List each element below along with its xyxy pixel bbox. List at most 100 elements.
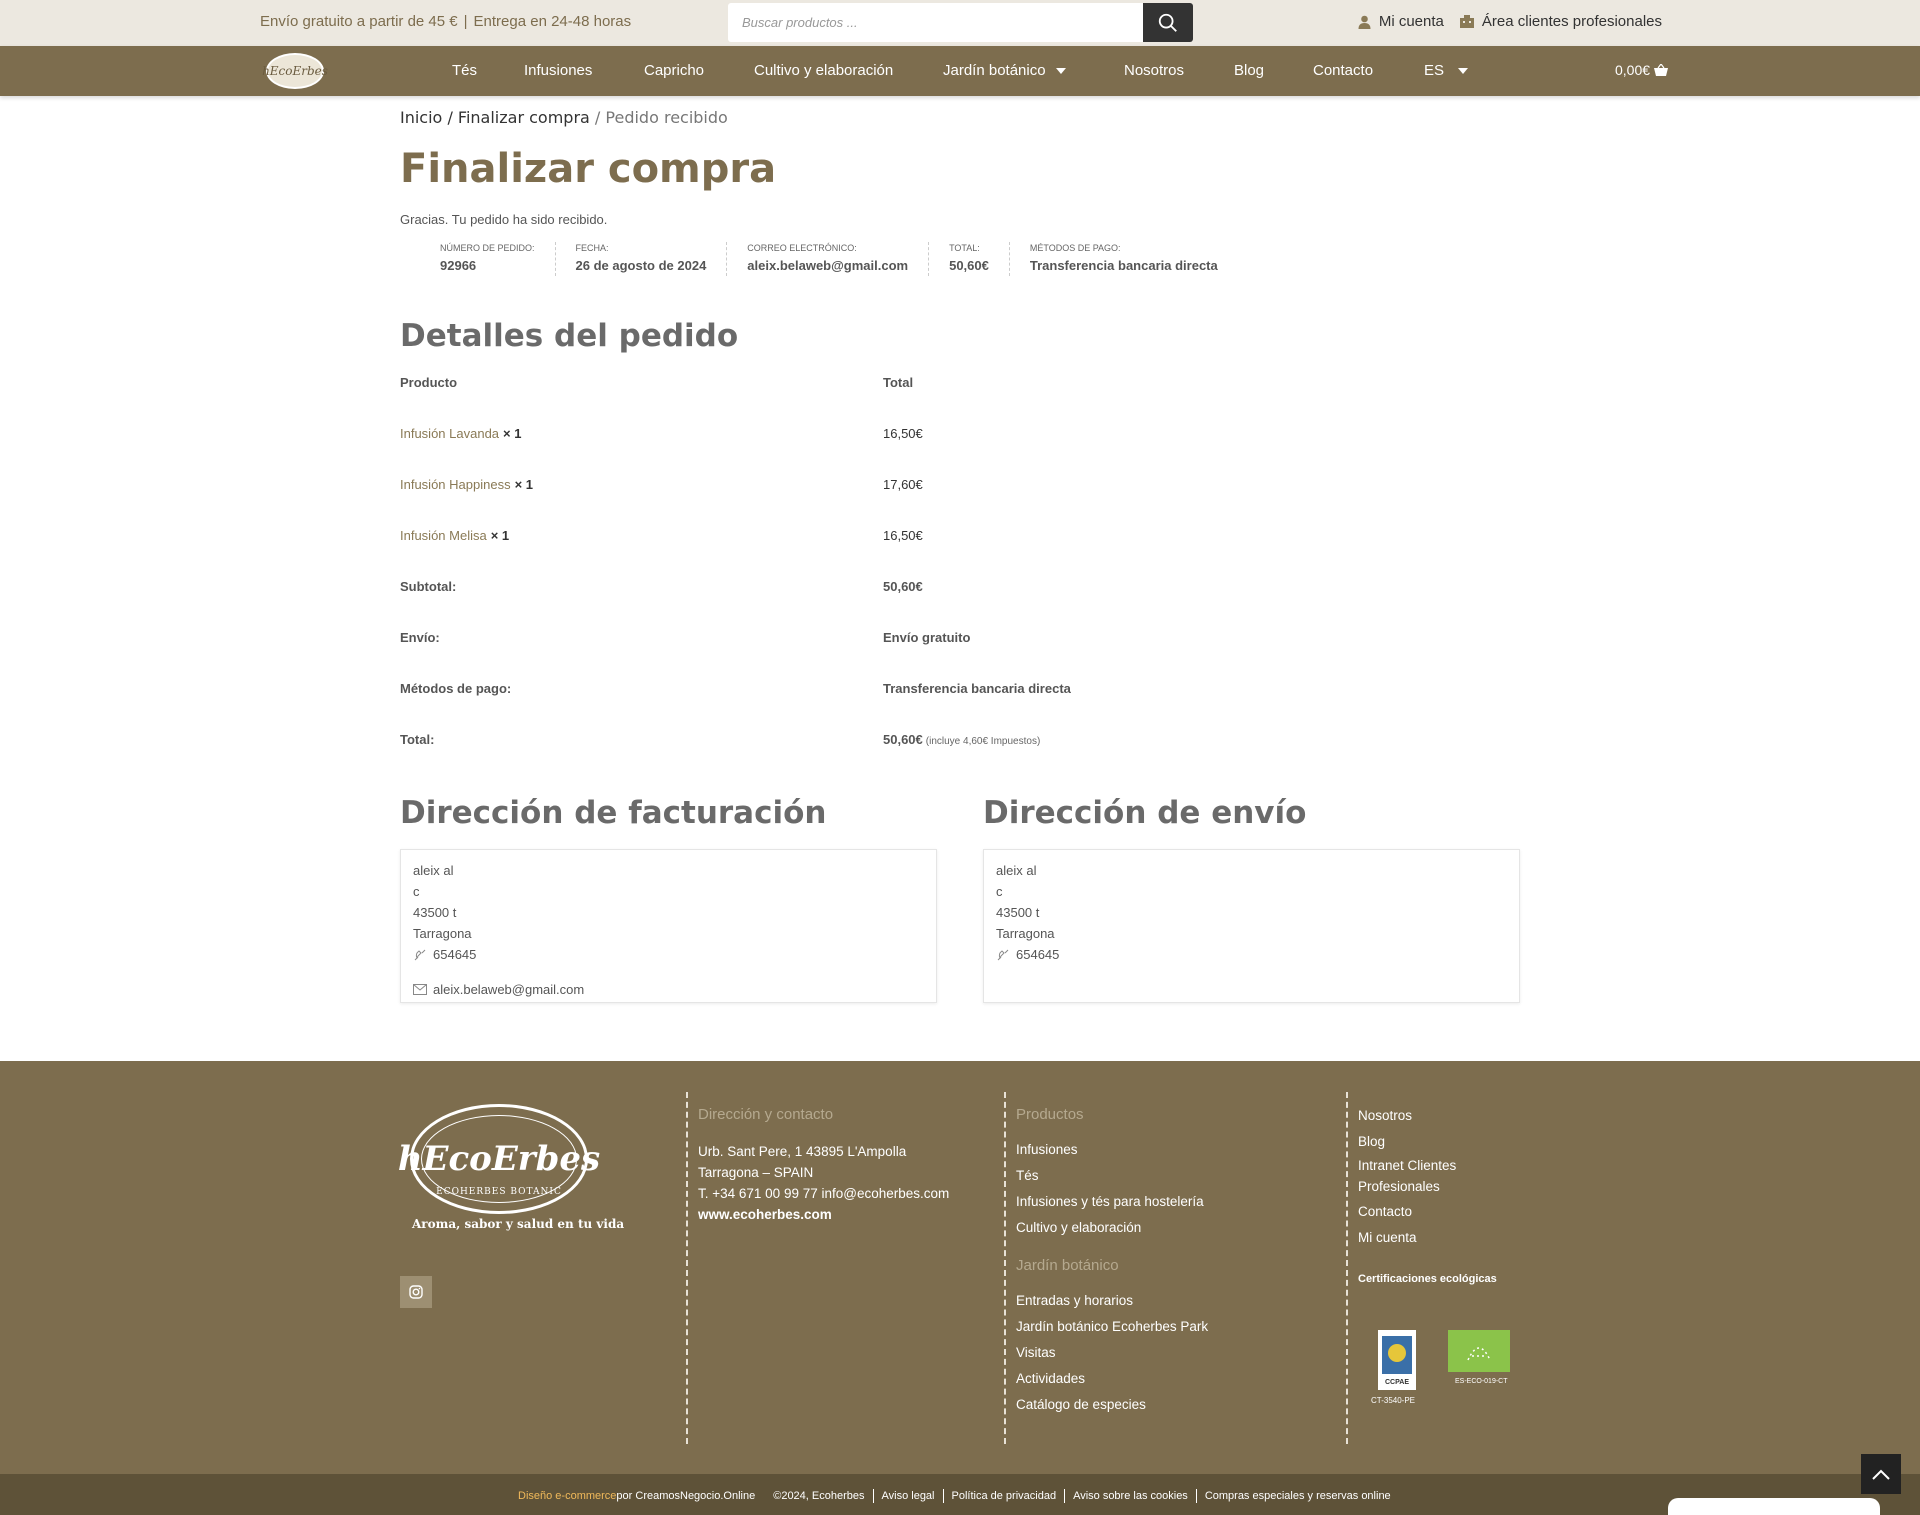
language-selector[interactable]: ES: [1424, 62, 1469, 79]
overview-email: Correo electrónico: aleix.belaweb@gmail.…: [727, 242, 930, 276]
subtotal-value: 50,60€: [883, 579, 923, 594]
phone-value: 654645: [1016, 947, 1060, 962]
product-link[interactable]: Infusión Melisa: [400, 528, 487, 543]
nav-item-infusiones[interactable]: Infusiones: [524, 62, 592, 79]
table-row: Infusión Lavanda × 1 16,50€: [400, 426, 1520, 446]
product-cell: Infusión Happiness × 1: [400, 477, 533, 492]
links-list: Nosotros Blog Intranet Clientes Profesio…: [1358, 1103, 1526, 1251]
footer-links: Nosotros Blog Intranet Clientes Profesio…: [1346, 1092, 1526, 1444]
products-list: Infusiones Tés Infusiones y tés para hos…: [1016, 1137, 1324, 1241]
pro-area-label: Área clientes profesionales: [1481, 13, 1662, 30]
building-icon: [1459, 15, 1474, 28]
promo-separator: |: [463, 13, 468, 30]
nav-item-capricho[interactable]: Capricho: [644, 62, 704, 79]
bottom-bar: Diseño e-commerce por CreamosNegocio.Onl…: [0, 1474, 1920, 1515]
billing-title: Dirección de facturación: [400, 795, 827, 831]
footer-link[interactable]: Contacto: [1358, 1199, 1526, 1225]
divider: [872, 1489, 874, 1503]
nav-item-tes[interactable]: Tés: [452, 62, 477, 79]
search-icon: [1158, 13, 1177, 32]
special-purchases-link[interactable]: Compras especiales y reservas online: [1205, 1490, 1391, 1502]
product-cell: Infusión Lavanda × 1: [400, 426, 521, 441]
phone-icon: [414, 949, 426, 960]
subtotal-label: Subtotal:: [400, 579, 457, 594]
promo-delivery: Entrega en 24-48 horas: [473, 13, 632, 30]
nav-item-contacto[interactable]: Contacto: [1313, 62, 1373, 79]
footer-link[interactable]: Entradas y horarios: [1016, 1288, 1324, 1314]
product-link[interactable]: Infusión Lavanda: [400, 426, 499, 441]
legal-links: Diseño e-commerce por CreamosNegocio.Onl…: [518, 1489, 1391, 1503]
back-to-top-button[interactable]: [1861, 1454, 1901, 1494]
privacy-link[interactable]: Política de privacidad: [952, 1490, 1057, 1502]
thanks-message: Gracias. Tu pedido ha sido recibido.: [400, 212, 608, 227]
divider: [1195, 1489, 1197, 1503]
payment-row: Métodos de pago: Transferencia bancaria …: [400, 681, 1520, 701]
legal-link[interactable]: Aviso legal: [882, 1490, 935, 1502]
footer-link[interactable]: Infusiones: [1016, 1137, 1324, 1163]
footer-link[interactable]: Nosotros: [1358, 1103, 1526, 1129]
product-search: [728, 3, 1193, 42]
nav-item-nosotros[interactable]: Nosotros: [1124, 62, 1184, 79]
shipping-address: aleix al c 43500 t Tarragona 654645: [983, 849, 1520, 1003]
address-postcode: 43500 t: [413, 905, 457, 920]
breadcrumb-checkout[interactable]: Finalizar compra: [458, 108, 590, 127]
line-total: 16,50€: [883, 426, 923, 441]
pro-area-link[interactable]: Área clientes profesionales: [1459, 13, 1662, 30]
address-city: Tarragona: [996, 926, 1055, 941]
email-value: aleix.belaweb@gmail.com: [433, 982, 585, 997]
divider: [942, 1489, 944, 1503]
design-credit-link[interactable]: Diseño e-commerce: [518, 1490, 616, 1502]
address-phone: 654645: [996, 944, 1507, 965]
phone-icon: [997, 949, 1009, 960]
nav-item-jardin[interactable]: Jardín botánico: [943, 62, 1066, 79]
footer-link[interactable]: Actividades: [1016, 1366, 1324, 1392]
footer-link[interactable]: Blog: [1358, 1129, 1526, 1155]
nav-item-cultivo[interactable]: Cultivo y elaboración: [754, 62, 893, 79]
footer-link[interactable]: Visitas: [1016, 1340, 1324, 1366]
contact-title: Dirección y contacto: [698, 1106, 834, 1123]
footer-link[interactable]: Infusiones y tés para hostelería: [1016, 1189, 1324, 1215]
cert-title: Certificaciones ecológicas: [1358, 1273, 1497, 1285]
address-postcode: 43500 t: [996, 905, 1040, 920]
footer-products: Productos Infusiones Tés Infusiones y té…: [1004, 1092, 1324, 1444]
cookies-link[interactable]: Aviso sobre las cookies: [1073, 1490, 1188, 1502]
table-header: Producto Total: [400, 375, 1520, 395]
footer-link[interactable]: Mi cuenta: [1358, 1225, 1526, 1251]
shipping-title: Dirección de envío: [983, 795, 1307, 831]
total-cell: 50,60€ (incluye 4,60€ Impuestos): [883, 732, 1040, 747]
footer-contact: Dirección y contacto Urb. Sant Pere, 1 4…: [686, 1092, 986, 1444]
overview-value: 92966: [440, 258, 477, 273]
footer-logo-sub: ECOHERBES BOTANIC: [436, 1187, 562, 1197]
leaf-stars-icon: [1467, 1347, 1491, 1361]
instagram-button[interactable]: [400, 1276, 432, 1308]
shipping-label: Envío:: [400, 630, 440, 645]
footer-link[interactable]: Tés: [1016, 1163, 1324, 1189]
search-input[interactable]: [728, 3, 1143, 42]
footer-link[interactable]: Catálogo de especies: [1016, 1392, 1324, 1418]
breadcrumb-current: Pedido recibido: [605, 108, 728, 127]
footer-link[interactable]: Jardín botánico Ecoherbes Park: [1016, 1314, 1324, 1340]
search-button[interactable]: [1143, 3, 1193, 42]
footer-link[interactable]: Cultivo y elaboración: [1016, 1215, 1324, 1241]
line-total: 16,50€: [883, 528, 923, 543]
breadcrumb-home[interactable]: Inicio: [400, 108, 442, 127]
cert-caption: CT-3540-PE: [1371, 1396, 1416, 1405]
footer-link[interactable]: Intranet Clientes Profesionales: [1358, 1155, 1508, 1197]
ccpae-sun: [1388, 1344, 1406, 1362]
design-credit[interactable]: por CreamosNegocio.Online: [616, 1490, 755, 1502]
nav-item-blog[interactable]: Blog: [1234, 62, 1264, 79]
garden-title: Jardín botánico: [1016, 1257, 1119, 1274]
contact-web-link[interactable]: www.ecoherbes.com: [698, 1204, 986, 1225]
address-name: aleix al: [996, 863, 1037, 878]
my-account-link[interactable]: Mi cuenta: [1358, 13, 1444, 30]
order-details-title: Detalles del pedido: [400, 318, 739, 354]
chat-widget[interactable]: [1668, 1498, 1880, 1515]
total-value: 50,60€: [883, 732, 923, 747]
product-link[interactable]: Infusión Happiness: [400, 477, 511, 492]
cart-button[interactable]: 0,00€: [1615, 62, 1669, 78]
contact-address: Tarragona – SPAIN: [698, 1165, 814, 1180]
col-total: Total: [883, 375, 914, 390]
address-line: c: [996, 884, 1003, 899]
footer-logo[interactable]: hEcoErbes ECOHERBES BOTANIC: [398, 1104, 600, 1214]
contact-phone[interactable]: T. +34 671 00 99 77 info@ecoherbes.com: [698, 1183, 986, 1204]
